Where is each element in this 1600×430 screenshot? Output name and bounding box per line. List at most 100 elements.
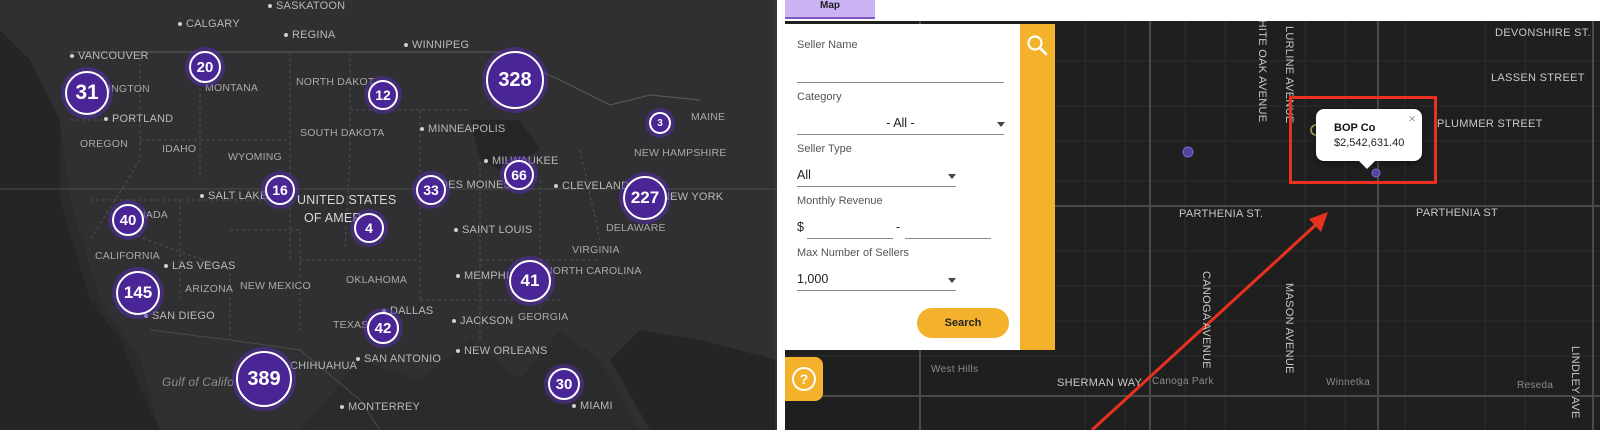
map-cluster[interactable]: 227: [623, 176, 667, 220]
country-label: UNITED STATES: [297, 193, 397, 207]
place-label: Winnetka: [1326, 377, 1371, 388]
revenue-max-input[interactable]: [905, 220, 991, 236]
currency-symbol: $: [797, 220, 804, 234]
input-underline: [807, 238, 893, 239]
map-cluster[interactable]: 4: [354, 213, 384, 243]
state-label: NORTH DAKOT: [296, 76, 375, 88]
state-label: NEW MEXICO: [240, 280, 311, 292]
tab-bar: Map: [785, 0, 1600, 21]
filter-panel-sidebar: [1020, 24, 1055, 350]
max-sellers-select[interactable]: 1,000: [797, 272, 828, 286]
street-label: WHITE OAK AVENUE: [1256, 21, 1268, 123]
state-label: OREGON: [80, 138, 128, 150]
street-label: PLUMMER STREET: [1437, 118, 1543, 130]
gulf-label: Gulf of Califo: [162, 375, 235, 389]
city-label: NEW ORLEANS: [456, 345, 548, 357]
help-button[interactable]: ?: [785, 357, 823, 401]
street-label: PARTHENIA ST.: [1179, 208, 1264, 220]
seller-name-input[interactable]: [797, 62, 1004, 80]
seller-type-label: Seller Type: [797, 143, 852, 155]
map-cluster[interactable]: 33: [416, 175, 446, 205]
state-label: TEXAS: [333, 319, 369, 331]
city-label: MEMPHIS: [456, 270, 517, 282]
input-underline: [905, 238, 991, 239]
map-cluster[interactable]: 3: [649, 112, 671, 134]
city-label: SAINT LOUIS: [454, 224, 532, 236]
city-label: MONTERREY: [340, 401, 420, 413]
state-label: OKLAHOMA: [346, 274, 408, 286]
city-label: CALGARY: [178, 18, 240, 30]
map-cluster[interactable]: 40: [112, 204, 144, 236]
state-label: MONTANA: [205, 82, 259, 94]
city-label: SAN ANTONIO: [356, 353, 441, 365]
state-label: CALIFORNIA: [95, 250, 161, 262]
map-cluster[interactable]: 328: [486, 51, 544, 109]
city-label: MIAMI: [572, 400, 613, 412]
search-icon[interactable]: [1026, 34, 1048, 61]
state-label: MAINE: [691, 111, 726, 123]
map-cluster[interactable]: 31: [65, 71, 109, 115]
search-button[interactable]: Search: [917, 308, 1009, 338]
seller-type-select[interactable]: All: [797, 168, 811, 182]
seller-name-label: Seller Name: [797, 39, 858, 51]
max-sellers-label: Max Number of Sellers: [797, 247, 909, 259]
street-label: CANOGA AVENUE: [1200, 271, 1212, 369]
map-cluster[interactable]: 30: [548, 368, 580, 400]
state-label: ARIZONA: [185, 283, 234, 295]
state-label: INGTON: [108, 83, 150, 95]
map-cluster[interactable]: 42: [367, 312, 399, 344]
city-label: REGINA: [284, 29, 335, 41]
street-label: SHERMAN WAY: [1057, 377, 1143, 389]
input-underline: [797, 134, 1004, 135]
map-cluster[interactable]: 66: [504, 160, 534, 190]
chevron-down-icon[interactable]: [948, 278, 956, 283]
monthly-revenue-label: Monthly Revenue: [797, 195, 883, 207]
panel-divider: [777, 0, 785, 430]
input-underline: [797, 290, 956, 291]
city-label: MINNEAPOLIS: [420, 123, 505, 135]
place-label: West Hills: [931, 364, 979, 375]
street-label: PARTHENIA ST: [1416, 207, 1499, 219]
help-glyph: ?: [800, 371, 809, 387]
city-label: SAN DIEGO: [144, 310, 215, 322]
map-cluster[interactable]: 16: [265, 175, 295, 205]
state-label: DELAWARE: [606, 222, 666, 234]
city-label: CHIHUAHUA: [282, 360, 357, 372]
close-icon[interactable]: ×: [1408, 111, 1416, 126]
chevron-down-icon[interactable]: [997, 122, 1005, 127]
city-label: PORTLAND: [104, 113, 173, 125]
map-cluster[interactable]: 145: [116, 271, 160, 315]
street-label: DEVONSHIRE ST.: [1495, 27, 1591, 39]
popup-seller-name: BOP Co: [1334, 122, 1376, 134]
city-label: LAS VEGAS: [164, 260, 236, 272]
input-underline: [797, 186, 956, 187]
category-label: Category: [797, 91, 842, 103]
city-label: VANCOUVER: [70, 50, 149, 62]
seller-search-panel: Map DEVONSHIRE ST. LASSEN STREET PLUMMER…: [785, 0, 1600, 430]
place-label: Canoga Park: [1152, 376, 1214, 387]
state-label: NORTH CAROLINA: [545, 265, 642, 277]
revenue-min-input[interactable]: [807, 220, 893, 236]
category-select[interactable]: - All -: [797, 116, 1004, 130]
seller-popup[interactable]: × BOP Co $2,542,631.40: [1316, 109, 1422, 169]
street-label: LINDLEY AVE: [1569, 346, 1581, 419]
state-label: GEORGIA: [518, 311, 569, 323]
street-label: LASSEN STREET: [1491, 72, 1585, 84]
map-cluster[interactable]: 41: [509, 260, 551, 302]
city-label: JACKSON: [452, 315, 513, 327]
city-label: SALT LAKE: [200, 190, 267, 202]
state-label: VIRGINIA: [572, 244, 620, 256]
map-cluster[interactable]: 20: [189, 51, 221, 83]
input-underline: [797, 82, 1004, 83]
state-label: IDAHO: [162, 143, 197, 155]
tab-map[interactable]: Map: [785, 0, 875, 19]
city-label: SASKATOON: [268, 0, 345, 12]
state-label: WYOMING: [228, 151, 282, 163]
popup-revenue: $2,542,631.40: [1334, 137, 1405, 149]
map-cluster[interactable]: 389: [236, 351, 292, 407]
chevron-down-icon[interactable]: [948, 174, 956, 179]
map-cluster[interactable]: 12: [368, 80, 398, 110]
us-cluster-map[interactable]: NORTH DAKOT MONTANA SOUTH DAKOTA WYOMING…: [0, 0, 777, 430]
country-label: OF AMER: [304, 211, 362, 225]
state-label: SOUTH DAKOTA: [300, 127, 385, 139]
